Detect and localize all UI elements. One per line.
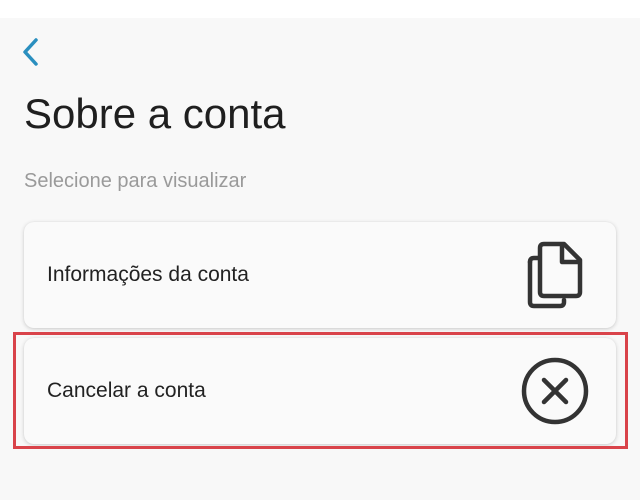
page-title: Sobre a conta — [24, 90, 286, 137]
status-bar-area — [0, 0, 640, 18]
cancel-account-label: Cancelar a conta — [47, 379, 206, 402]
account-info-option[interactable]: Informações da conta — [24, 222, 616, 328]
account-info-label: Informações da conta — [47, 263, 249, 286]
cancel-account-option[interactable]: Cancelar a conta — [24, 338, 616, 444]
documents-icon — [520, 240, 590, 310]
close-circle-icon — [520, 356, 590, 426]
chevron-left-icon — [23, 38, 38, 66]
page-subtitle: Selecione para visualizar — [24, 170, 247, 192]
back-button[interactable] — [14, 34, 46, 70]
